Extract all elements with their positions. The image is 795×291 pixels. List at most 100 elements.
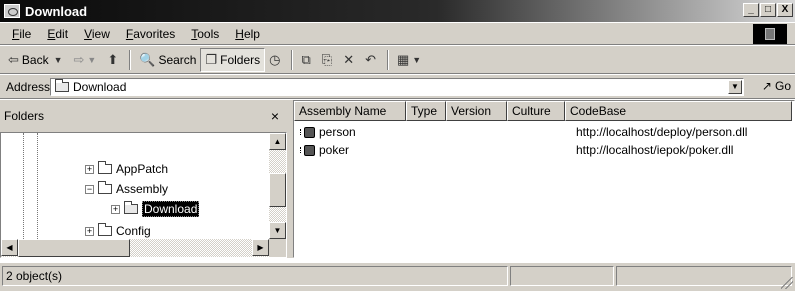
search-button[interactable]: 🔍 Search [135,48,200,72]
go-button[interactable]: ↗ Go [762,79,791,93]
chevron-down-icon[interactable]: ▼ [412,55,421,65]
title-bar: Download _ □ X [0,0,795,22]
up-folder-icon: ⬆ [107,51,119,67]
expand-icon[interactable]: + [111,204,120,214]
window-controls: _ □ X [742,3,793,17]
back-label: Back [21,52,49,67]
chevron-down-icon[interactable]: ▼ [87,55,96,65]
tree-item-assembly[interactable]: − Assembly [85,179,168,199]
tree-item-label: Download [142,201,200,217]
back-arrow-icon: ⇦ [8,51,19,67]
assembly-codebase: http://localhost/deploy/person.dll [576,125,748,139]
tree-item-apppatch[interactable]: + AppPatch [85,159,168,179]
views-button[interactable]: ▦ ▼ [393,48,428,72]
folders-label: Folders [220,52,261,67]
search-icon: 🔍 [139,51,156,67]
assembly-name: poker [319,143,350,157]
undo-button[interactable]: ↶ [361,48,383,72]
close-button[interactable]: X [777,3,793,17]
delete-button[interactable]: ✕ [339,48,361,72]
tree-item-label: AppPatch [116,162,169,176]
scroll-up-button[interactable]: ▲ [269,133,286,150]
toolbar-separator [387,49,389,70]
back-button[interactable]: ⇦ Back ▼ [4,48,70,72]
go-arrow-icon: ↗ [761,79,772,93]
windows-logo-icon [753,24,787,44]
expand-icon[interactable]: + [85,164,94,174]
folders-icon: ❐ [205,51,218,67]
chevron-down-icon[interactable]: ▼ [54,55,63,65]
window-title: Download [25,3,88,19]
menu-help[interactable]: Help [227,27,268,41]
undo-icon: ↶ [365,51,376,67]
address-bar: Address Download ▼ ↗ Go [0,75,795,99]
assembly-icon [300,126,316,138]
menu-view[interactable]: View [76,27,118,41]
resize-grip-icon[interactable] [781,277,793,289]
tree-item-label: Config [116,224,151,238]
move-to-icon: ⧉ [301,51,311,67]
scrollbar-thumb[interactable] [269,173,286,207]
column-header-culture[interactable]: Culture [507,101,565,121]
column-headers: Assembly Name Type Version Culture CodeB… [294,101,792,121]
address-input[interactable]: Download ▼ [50,78,744,96]
tree-item-label: Assembly [116,182,169,196]
toolbar-separator [129,49,132,70]
folder-icon [55,79,69,92]
delete-icon: ✕ [343,51,355,67]
expand-icon[interactable]: + [85,226,94,236]
folder-icon [98,223,112,236]
history-icon: ◷ [269,51,281,67]
menu-file[interactable]: File [4,27,39,41]
column-header-codebase[interactable]: CodeBase [565,101,792,121]
scroll-left-button[interactable]: ◀ [1,239,18,256]
folders-pane-title: Folders [4,109,45,123]
tree-item-config[interactable]: + Config [85,221,151,239]
scroll-right-button[interactable]: ▶ [252,239,269,256]
column-header-assembly-name[interactable]: Assembly Name [294,101,406,121]
column-header-version[interactable]: Version [446,101,507,121]
copy-to-button[interactable]: ⎘ [318,48,339,72]
folders-button[interactable]: ❐ Folders [200,47,266,72]
status-zone [616,266,792,286]
collapse-icon[interactable]: − [85,184,94,194]
history-button[interactable]: ◷ [265,48,287,72]
status-object-count: 2 object(s) [2,266,508,286]
search-label: Search [158,52,197,67]
toolbar-separator [291,49,294,70]
status-bar: 2 object(s) [0,262,795,291]
list-item[interactable]: person http://localhost/deploy/person.dl… [294,123,794,141]
close-pane-button[interactable]: × [271,108,279,124]
menu-edit[interactable]: Edit [39,27,76,41]
address-dropdown-button[interactable]: ▼ [728,80,742,94]
explorer-icon [4,4,20,18]
assembly-codebase: http://localhost/iepok/poker.dll [576,143,734,157]
file-list-pane: Assembly Name Type Version Culture CodeB… [293,100,795,258]
up-folder-button[interactable]: ⬆ [103,48,125,72]
menu-bar: File Edit View Favorites Tools Help [0,23,795,45]
forward-button[interactable]: ⇨ ▼ [70,48,104,72]
address-label: Address [6,79,51,94]
assembly-icon [300,144,316,156]
open-folder-icon [124,201,138,214]
move-to-button[interactable]: ⧉ [297,48,317,72]
menu-tools[interactable]: Tools [183,27,227,41]
horizontal-scrollbar[interactable]: ◀ ▶ [1,239,269,257]
tree-item-download[interactable]: + Download [111,199,200,219]
standard-toolbar: ⇦ Back ▼ ⇨ ▼ ⬆ 🔍 Search ❐ Folders ◷ ⧉ ⎘ … [0,46,795,74]
folder-icon [98,161,112,174]
folders-pane-header: Folders × [0,100,287,132]
minimize-button[interactable]: _ [743,3,759,17]
scrollbar-thumb[interactable] [18,239,130,257]
address-value: Download [73,80,127,94]
scroll-down-button[interactable]: ▼ [269,222,286,239]
vertical-scrollbar[interactable]: ▲ ▼ [269,133,286,239]
views-icon: ▦ [397,51,410,67]
column-header-type[interactable]: Type [406,101,446,121]
maximize-button[interactable]: □ [760,3,776,17]
list-item[interactable]: poker http://localhost/iepok/poker.dll [294,141,794,159]
menu-favorites[interactable]: Favorites [118,27,183,41]
copy-to-icon: ⎘ [321,51,333,67]
forward-arrow-icon: ⇨ [73,51,85,67]
folder-tree: + AppPatch − Assembly + Download + Confi… [1,133,269,239]
